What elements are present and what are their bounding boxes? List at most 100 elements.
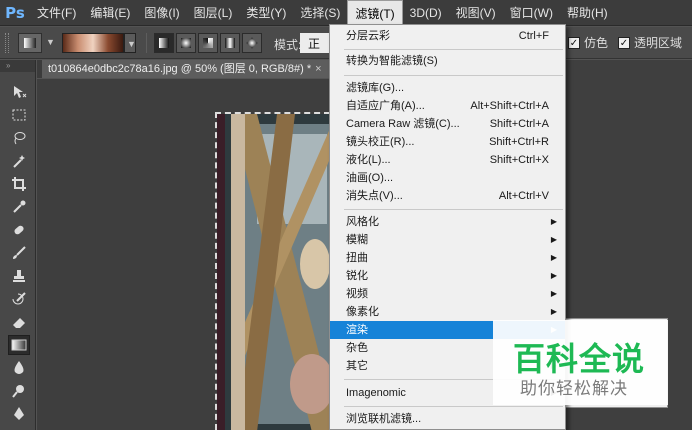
mode-select[interactable]: 正常: [300, 33, 330, 53]
menu-file[interactable]: 文件(F): [30, 0, 83, 26]
gradient-dropdown[interactable]: ▼: [124, 33, 136, 53]
watermark-subtitle: 助你轻松解决: [520, 379, 628, 399]
menu-item-shortcut: Ctrl+F: [518, 30, 549, 42]
document-tab[interactable]: t010864e0dbc2c78a16.jpg @ 50% (图层 0, RGB…: [42, 60, 330, 78]
menu-item-label: 浏览联机滤镜...: [346, 413, 422, 425]
menu-item-label: 液化(L)...: [346, 154, 391, 166]
mode-label: 模式:: [274, 38, 302, 52]
menu-item-distort[interactable]: 扭曲 ▶: [330, 249, 565, 267]
menu-item-shortcut: Shift+Ctrl+A: [489, 118, 549, 130]
menu-item-label: 扭曲: [346, 252, 368, 264]
options-grip[interactable]: [5, 33, 9, 53]
menu-item-label: 油画(O)...: [346, 172, 394, 184]
blur-tool-icon[interactable]: [8, 358, 30, 378]
document-title: t010864e0dbc2c78a16.jpg @ 50% (图层 0, RGB…: [48, 63, 312, 75]
menu-item-shortcut: Shift+Ctrl+R: [489, 136, 549, 148]
menu-item-label: 模糊: [346, 234, 368, 246]
menu-item-label: 消失点(V)...: [346, 190, 403, 202]
menu-item-lens-correction[interactable]: 镜头校正(R)... Shift+Ctrl+R: [330, 133, 565, 151]
menu-item-label: 分层云彩: [346, 30, 390, 42]
menu-item-shortcut: Shift+Ctrl+X: [489, 154, 549, 166]
linear-gradient-button[interactable]: [154, 33, 174, 53]
submenu-arrow-icon: ▶: [550, 253, 557, 262]
menu-item-filter-gallery[interactable]: 滤镜库(G)...: [330, 79, 565, 97]
pen-tool-icon[interactable]: [8, 404, 30, 424]
menu-item-vanishing-point[interactable]: 消失点(V)... Alt+Ctrl+V: [330, 187, 565, 205]
menu-item-blur[interactable]: 模糊 ▶: [330, 231, 565, 249]
lasso-tool-icon[interactable]: [8, 128, 30, 148]
menu-item-camera-raw[interactable]: Camera Raw 滤镜(C)... Shift+Ctrl+A: [330, 115, 565, 133]
move-tool-icon[interactable]: [8, 82, 30, 102]
menu-edit[interactable]: 编辑(E): [83, 0, 137, 26]
menu-select[interactable]: 选择(S): [293, 0, 347, 26]
close-icon[interactable]: ×: [315, 63, 321, 75]
angle-gradient-button[interactable]: [198, 33, 218, 53]
menu-item-label: 渲染: [346, 324, 368, 336]
history-brush-tool-icon[interactable]: [8, 289, 30, 309]
magic-wand-tool-icon[interactable]: [8, 151, 30, 171]
dither-checkbox[interactable]: ✓ 仿色: [568, 34, 608, 51]
menu-help[interactable]: 帮助(H): [560, 0, 615, 26]
submenu-arrow-icon: ▶: [550, 289, 557, 298]
menu-item-label: 镜头校正(R)...: [346, 136, 415, 148]
menu-item-label: Imagenomic: [346, 387, 406, 399]
menu-3d[interactable]: 3D(D): [403, 0, 449, 26]
menu-item-video[interactable]: 视频 ▶: [330, 285, 565, 303]
clone-stamp-tool-icon[interactable]: [8, 266, 30, 286]
menu-item-pixelate[interactable]: 像素化 ▶: [330, 303, 565, 321]
menu-image[interactable]: 图像(I): [137, 0, 186, 26]
divider: [146, 33, 147, 53]
tool-preset-picker[interactable]: [18, 33, 42, 53]
menu-item-label: 锐化: [346, 270, 368, 282]
dodge-tool-icon[interactable]: [8, 381, 30, 401]
menu-item-convert-smart-filter[interactable]: 转换为智能滤镜(S): [330, 52, 565, 70]
menu-divider: [344, 75, 563, 76]
menu-item-shortcut: Alt+Shift+Ctrl+A: [470, 100, 549, 112]
chevron-down-icon[interactable]: ▼: [46, 37, 55, 47]
radial-gradient-button[interactable]: [176, 33, 196, 53]
menu-item-shortcut: Alt+Ctrl+V: [498, 190, 549, 202]
menu-item-label: 视频: [346, 288, 368, 300]
menu-item-label: 像素化: [346, 306, 379, 318]
diamond-gradient-button[interactable]: [242, 33, 262, 53]
menu-item-oil-paint[interactable]: 油画(O)...: [330, 169, 565, 187]
menu-filter[interactable]: 滤镜(T): [347, 0, 403, 26]
eraser-tool-icon[interactable]: [8, 312, 30, 332]
dither-label: 仿色: [584, 36, 609, 50]
menu-item-sharpen[interactable]: 锐化 ▶: [330, 267, 565, 285]
crop-tool-icon[interactable]: [8, 174, 30, 194]
photoshop-logo: Ps: [5, 3, 25, 22]
menu-item-label: 转换为智能滤镜(S): [346, 55, 438, 67]
menu-view[interactable]: 视图(V): [449, 0, 503, 26]
menu-item-adaptive-wide-angle[interactable]: 自适应广角(A)... Alt+Shift+Ctrl+A: [330, 97, 565, 115]
toolbox: »: [0, 60, 36, 430]
healing-brush-tool-icon[interactable]: [8, 220, 30, 240]
menu-type[interactable]: 类型(Y): [239, 0, 293, 26]
submenu-arrow-icon: ▶: [550, 307, 557, 316]
checkmark-icon: ✓: [568, 36, 580, 49]
gradient-tool-icon[interactable]: [8, 335, 30, 355]
gradient-swatch[interactable]: [62, 33, 124, 53]
photo-image: [217, 114, 330, 430]
menu-layer[interactable]: 图层(L): [187, 0, 240, 26]
menu-item-browse-online-filters[interactable]: 浏览联机滤镜...: [330, 410, 565, 428]
transparency-checkbox[interactable]: ✓ 透明区域: [618, 34, 682, 51]
submenu-arrow-icon: ▶: [550, 271, 557, 280]
menu-item-stylize[interactable]: 风格化 ▶: [330, 213, 565, 231]
menu-item-liquify[interactable]: 液化(L)... Shift+Ctrl+X: [330, 151, 565, 169]
menu-bar: Ps 文件(F) 编辑(E) 图像(I) 图层(L) 类型(Y) 选择(S) 滤…: [0, 0, 692, 26]
menu-window[interactable]: 窗口(W): [503, 0, 560, 26]
toolbox-header[interactable]: »: [0, 60, 35, 72]
marquee-tool-icon[interactable]: [8, 105, 30, 125]
eyedropper-tool-icon[interactable]: [8, 197, 30, 217]
menu-item-label: 滤镜库(G)...: [346, 82, 405, 94]
document-canvas[interactable]: [215, 112, 330, 430]
menu-item-label: 杂色: [346, 342, 368, 354]
menu-item-last-filter[interactable]: 分层云彩 Ctrl+F: [330, 27, 565, 45]
menu-item-label: 自适应广角(A)...: [346, 100, 425, 112]
menu-divider: [344, 209, 563, 210]
brush-tool-icon[interactable]: [8, 243, 30, 263]
reflected-gradient-button[interactable]: [220, 33, 240, 53]
menu-item-label: 风格化: [346, 216, 379, 228]
menu-item-label: Camera Raw 滤镜(C)...: [346, 118, 460, 130]
